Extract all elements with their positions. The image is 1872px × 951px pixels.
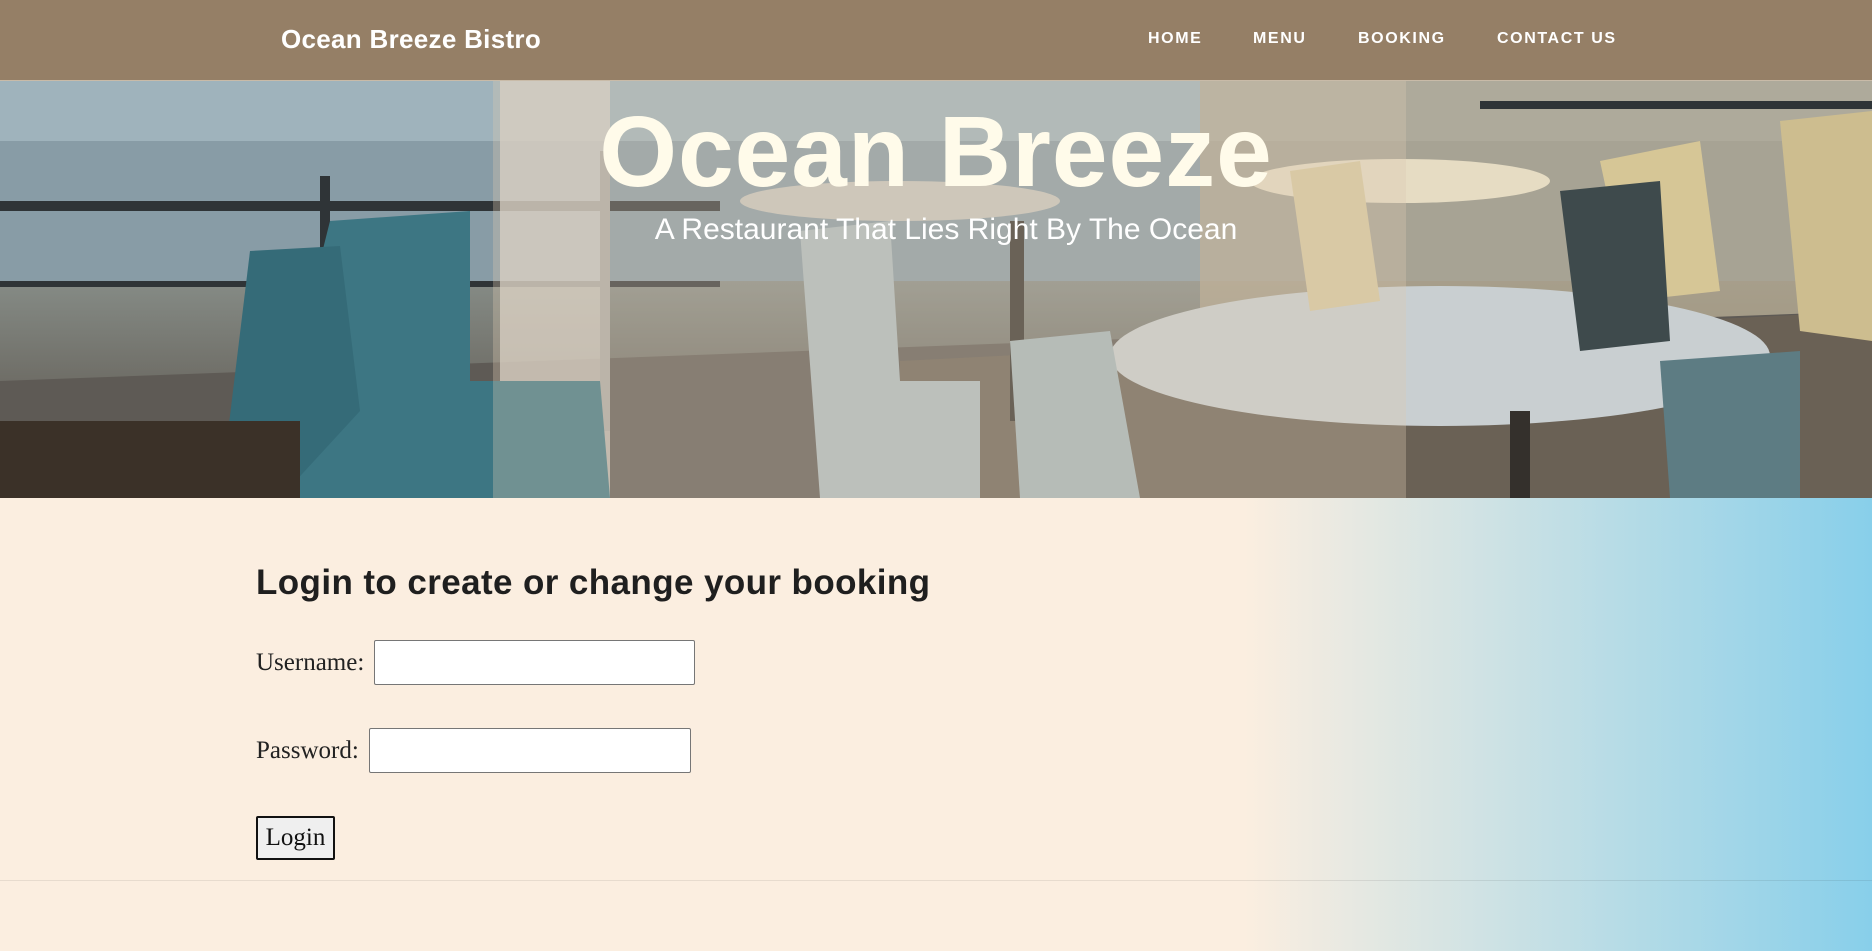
username-row: Username: <box>256 640 696 685</box>
nav-link-home[interactable]: HOME <box>1148 30 1202 48</box>
hero-title: Ocean Breeze <box>599 96 1273 208</box>
username-input[interactable] <box>374 640 696 685</box>
username-label: Username: <box>256 648 365 676</box>
hero-banner: Ocean Breeze A Restaurant That Lies Righ… <box>0 81 1872 498</box>
login-button[interactable]: Login <box>256 816 335 860</box>
password-row: Password: <box>256 728 691 773</box>
footer-divider <box>0 880 1872 881</box>
password-input[interactable] <box>368 728 691 773</box>
navbar: Ocean Breeze Bistro HOME MENU BOOKING CO… <box>0 0 1872 81</box>
nav-link-booking[interactable]: BOOKING <box>1358 30 1446 48</box>
nav-link-menu[interactable]: MENU <box>1253 30 1307 48</box>
brand-link[interactable]: Ocean Breeze Bistro <box>281 24 541 55</box>
login-heading: Login to create or change your booking <box>256 563 931 602</box>
password-label: Password: <box>256 736 359 764</box>
nav-link-contact-us[interactable]: CONTACT US <box>1497 30 1617 48</box>
hero-subtitle: A Restaurant That Lies Right By The Ocea… <box>654 213 1238 246</box>
